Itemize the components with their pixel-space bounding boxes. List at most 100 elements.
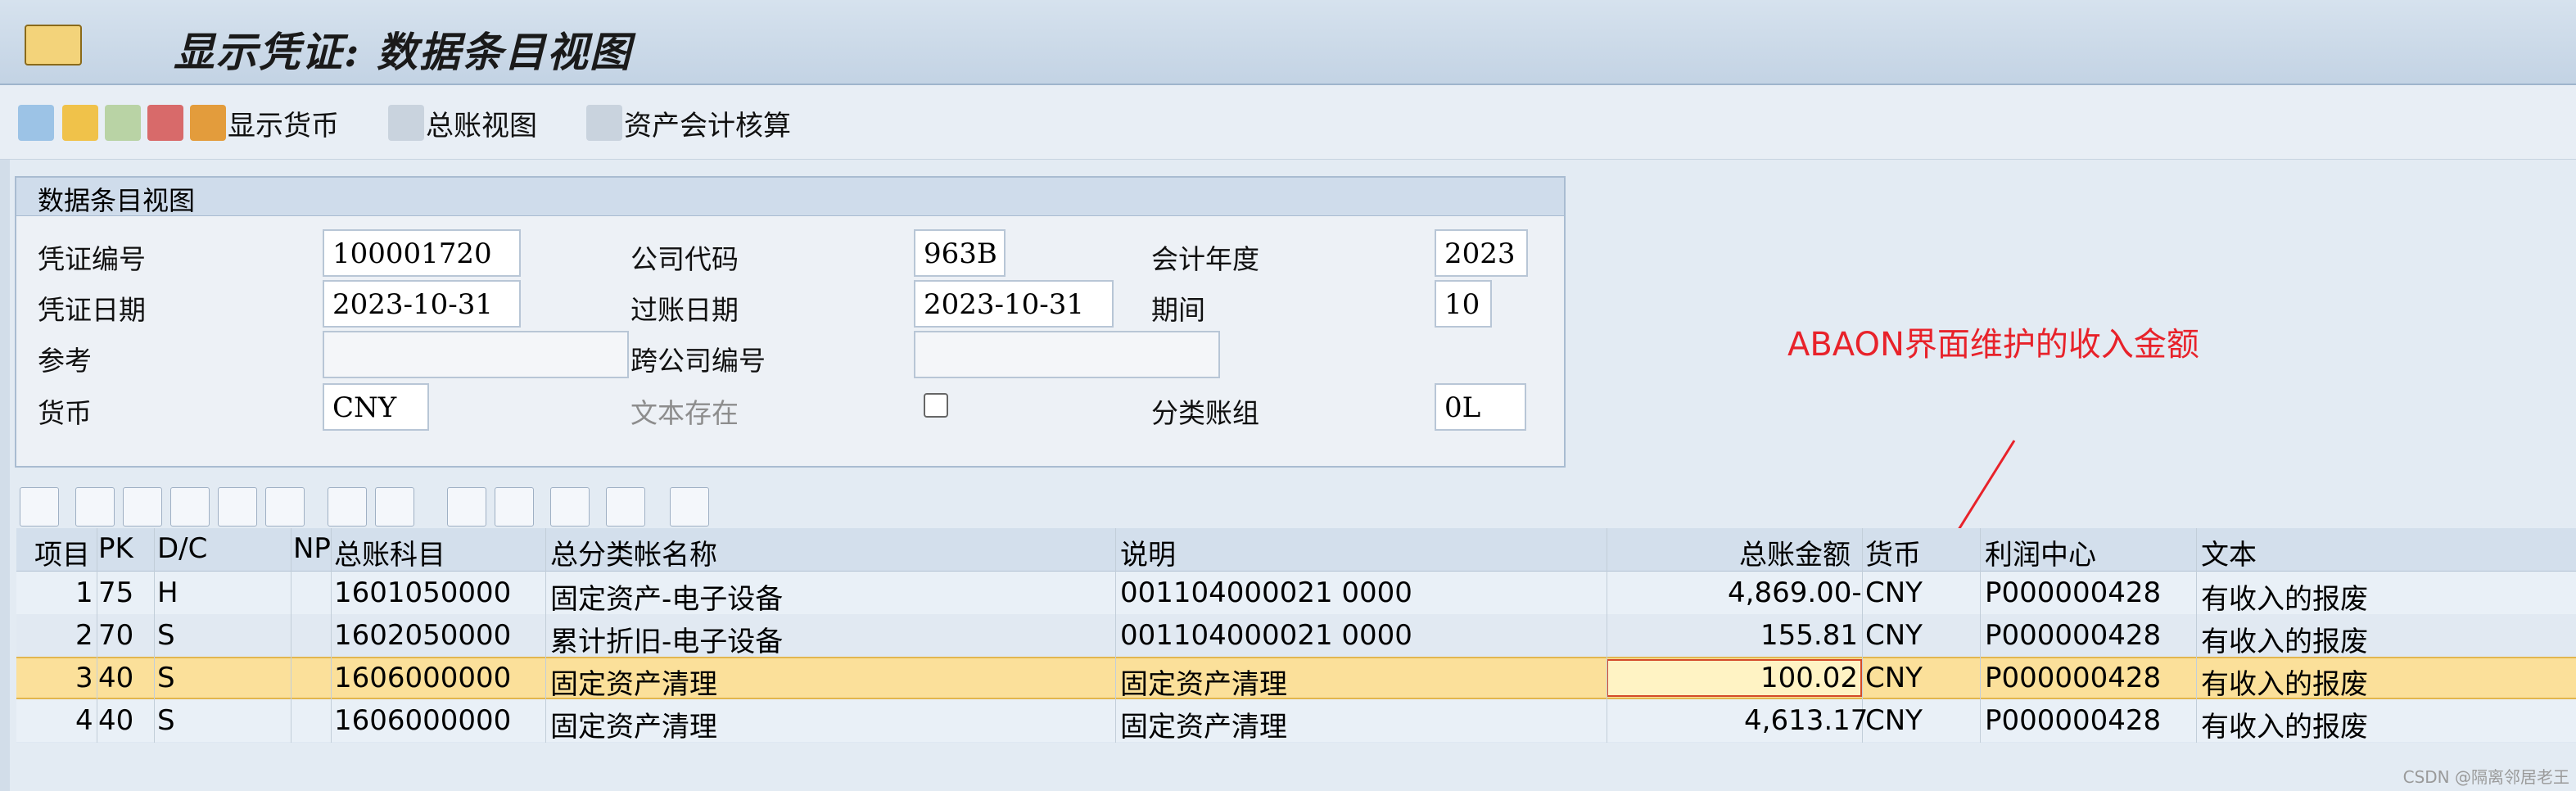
company-code-field[interactable]: 963B — [914, 229, 1006, 277]
application-toolbar — [0, 85, 2576, 160]
find-icon[interactable] — [170, 487, 210, 527]
column-divider — [154, 528, 155, 743]
cell-currency: CNY — [1865, 619, 1923, 652]
details-icon[interactable] — [20, 487, 59, 527]
doc-no-field[interactable]: 100001720 — [323, 229, 521, 277]
display-change-icon[interactable] — [18, 105, 54, 141]
cell-dc: S — [157, 704, 175, 737]
general-ledger-view-icon[interactable] — [388, 105, 424, 141]
fiscal-year-field[interactable]: 2023 — [1435, 229, 1528, 277]
cell-profit-center: P000000428 — [1985, 704, 2162, 737]
other-document-icon[interactable] — [62, 105, 98, 141]
reference-field[interactable] — [323, 331, 629, 378]
column-header-item[interactable]: 项目 — [34, 532, 90, 572]
general-ledger-view-button[interactable]: 总账视图 — [426, 103, 537, 143]
subtotal-icon[interactable] — [375, 487, 414, 527]
cell-item: 4 — [75, 704, 93, 737]
cell-text: 有收入的报废 — [2201, 711, 2368, 744]
find-next-icon[interactable] — [218, 487, 257, 527]
company-code-label: 公司代码 — [630, 243, 739, 275]
text-exists-label: 文本存在 — [630, 397, 739, 429]
views-icon[interactable] — [495, 487, 534, 527]
cross-company-field[interactable] — [914, 331, 1220, 378]
cell-account[interactable]: 1601050000 — [334, 576, 511, 609]
currency-label: 货币 — [38, 397, 92, 429]
display-currency-button[interactable]: 显示货币 — [228, 103, 339, 143]
period-label: 期间 — [1151, 294, 1205, 326]
cell-description: 固定资产清理 — [1120, 668, 1287, 701]
currency-field[interactable]: CNY — [323, 383, 429, 431]
sort-descending-icon[interactable] — [123, 487, 162, 527]
column-header-description[interactable]: 说明 — [1120, 532, 1176, 572]
column-divider — [1980, 528, 1981, 743]
cell-description: 001104000021 0000 — [1120, 619, 1412, 652]
taxes-icon[interactable] — [147, 105, 183, 141]
group-header — [16, 178, 1564, 216]
cell-account-name: 固定资产清理 — [550, 668, 717, 701]
page-title: 显示凭证: 数据条目视图 — [174, 28, 632, 76]
cell-pk: 40 — [98, 704, 134, 737]
doc-no-label: 凭证编号 — [38, 243, 146, 275]
cell-dc: H — [157, 576, 179, 609]
cell-dc: S — [157, 662, 175, 694]
cell-text: 有收入的报废 — [2201, 626, 2368, 658]
sum-icon[interactable] — [328, 487, 367, 527]
left-frame-strip — [0, 159, 10, 791]
cell-account[interactable]: 1602050000 — [334, 619, 511, 652]
posting-date-field[interactable]: 2023-10-31 — [914, 280, 1114, 328]
column-header-account[interactable]: 总账科目 — [334, 532, 445, 572]
column-header-account-name[interactable]: 总分类帐名称 — [550, 532, 717, 572]
display-currency-icon[interactable] — [190, 105, 226, 141]
column-header-amount[interactable]: 总账金额 — [1739, 532, 1851, 572]
text-exists-checkbox[interactable] — [924, 393, 948, 418]
asset-accounting-icon[interactable] — [586, 105, 622, 141]
cell-dc: S — [157, 619, 175, 652]
column-header-profit-center[interactable]: 利润中心 — [1985, 532, 2096, 572]
cell-item: 1 — [75, 576, 93, 609]
annotation-text: ABAON界面维护的收入金额 — [1787, 326, 2199, 364]
cell-currency: CNY — [1865, 704, 1923, 737]
column-header-pk[interactable]: PK — [98, 532, 133, 565]
cell-description: 固定资产清理 — [1120, 711, 1287, 744]
cell-account[interactable]: 1606000000 — [334, 662, 511, 694]
column-divider — [1115, 528, 1116, 743]
ledger-group-label: 分类账组 — [1151, 397, 1259, 429]
document-overview-icon[interactable] — [105, 105, 141, 141]
cell-currency: CNY — [1865, 576, 1923, 609]
info-icon[interactable] — [670, 487, 709, 527]
column-header-text[interactable]: 文本 — [2201, 532, 2257, 572]
cell-item: 3 — [75, 662, 93, 694]
doc-date-field[interactable]: 2023-10-31 — [323, 280, 521, 328]
layout-icon[interactable] — [606, 487, 645, 527]
sort-ascending-icon[interactable] — [75, 487, 115, 527]
cell-text: 有收入的报废 — [2201, 668, 2368, 701]
cell-account[interactable]: 1606000000 — [334, 704, 511, 737]
cell-text: 有收入的报废 — [2201, 583, 2368, 616]
cell-currency: CNY — [1865, 662, 1923, 694]
column-divider — [545, 528, 546, 743]
cell-profit-center: P000000428 — [1985, 576, 2162, 609]
column-header-dc[interactable]: D/C — [157, 532, 207, 565]
cell-description: 001104000021 0000 — [1120, 576, 1412, 609]
cross-company-label: 跨公司编号 — [630, 345, 766, 377]
cell-pk: 70 — [98, 619, 134, 652]
fiscal-year-label: 会计年度 — [1151, 243, 1259, 275]
filter-icon[interactable] — [265, 487, 305, 527]
posting-date-label: 过账日期 — [630, 294, 739, 326]
column-divider — [331, 528, 332, 743]
column-header-np[interactable]: NP — [293, 532, 331, 565]
column-header-currency[interactable]: 货币 — [1865, 532, 1921, 572]
asset-accounting-button[interactable]: 资产会计核算 — [624, 103, 791, 143]
period-field[interactable]: 10 — [1435, 280, 1492, 328]
export-icon[interactable] — [550, 487, 590, 527]
cell-account-name: 累计折旧-电子设备 — [550, 626, 784, 658]
watermark: CSDN @隔离邻居老王 — [2402, 767, 2569, 787]
ledger-group-field[interactable]: 0L — [1435, 383, 1526, 431]
data-entry-view-group — [15, 176, 1566, 468]
print-icon[interactable] — [447, 487, 486, 527]
cell-pk: 40 — [98, 662, 134, 694]
transaction-menu-icon[interactable] — [25, 25, 82, 66]
cell-amount[interactable]: 100.02 — [1760, 662, 1858, 694]
group-title: 数据条目视图 — [38, 185, 196, 216]
cell-amount: 4,869.00- — [1728, 576, 1862, 609]
